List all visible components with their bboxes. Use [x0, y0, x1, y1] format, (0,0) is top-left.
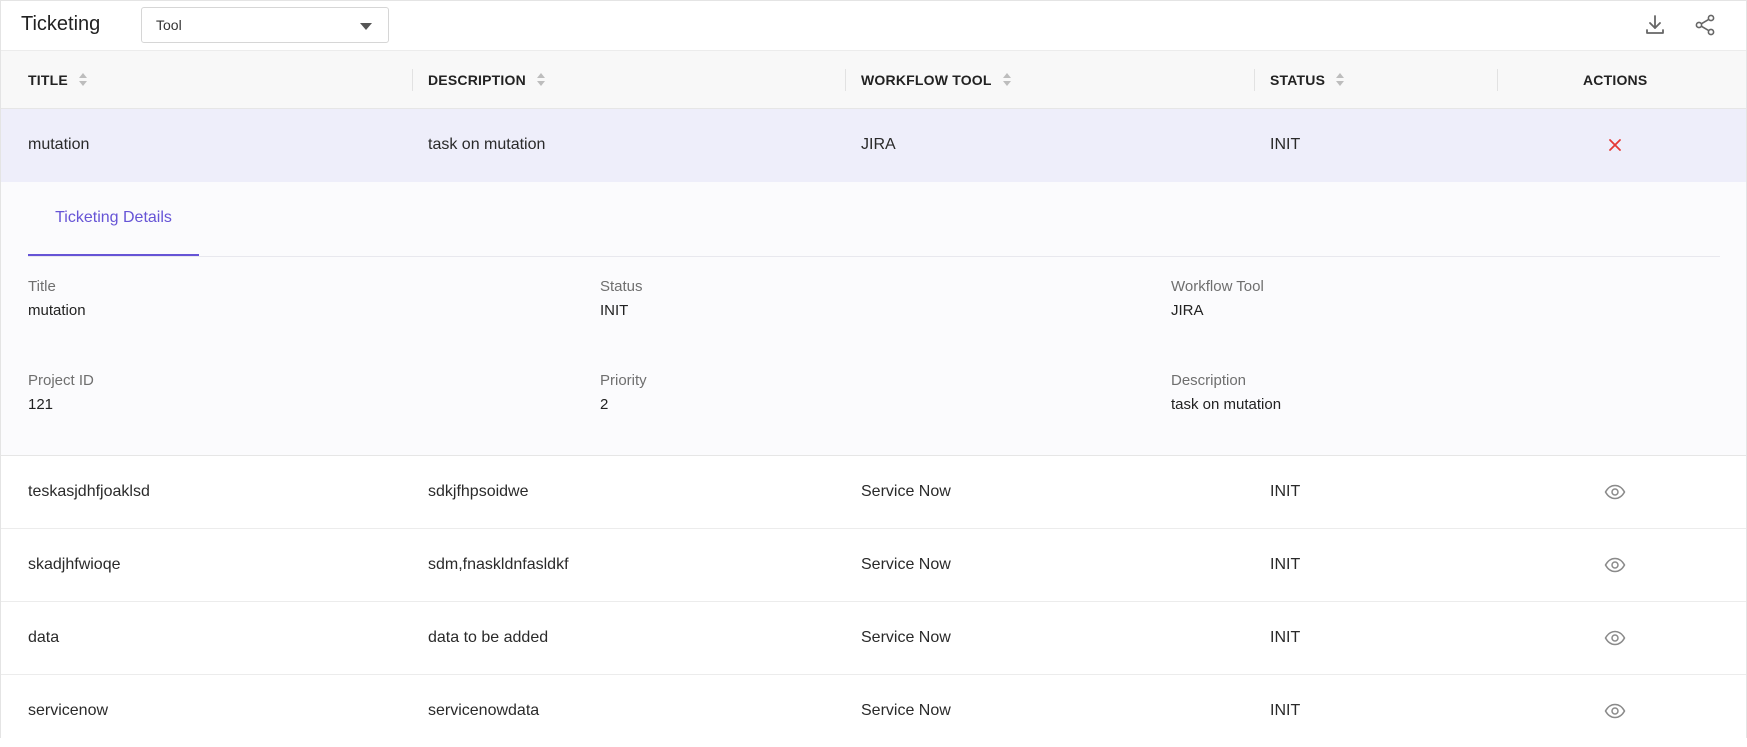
eye-icon[interactable]: [1600, 456, 1630, 528]
column-divider: [845, 69, 846, 91]
cell-workflow-tool: Service Now: [861, 556, 951, 573]
cell-status: INIT: [1270, 483, 1301, 500]
detail-field-status: Status INIT: [600, 278, 643, 319]
column-header-actions: ACTIONS: [1583, 71, 1648, 88]
table-row[interactable]: skadjhfwioqe sdm,fnaskldnfasldkf Service…: [1, 529, 1746, 602]
detail-field-project-id: Project ID 121: [28, 372, 94, 413]
cell-title: mutation: [28, 136, 90, 153]
cell-description: task on mutation: [428, 136, 546, 153]
cell-status: INIT: [1270, 136, 1301, 153]
detail-field-workflow-tool: Workflow Tool JIRA: [1171, 278, 1264, 319]
column-header-title[interactable]: TITLE: [28, 51, 88, 108]
sort-icon[interactable]: [1335, 72, 1345, 88]
cell-title: data: [28, 629, 60, 646]
column-header-description[interactable]: DESCRIPTION: [428, 51, 546, 108]
table-header: TITLE DESCRIPTION WORKFLOW TOOL STATUS A…: [1, 50, 1746, 109]
page-title: Ticketing: [21, 13, 101, 35]
tool-filter-value: Tool: [156, 17, 182, 33]
cell-title: skadjhfwioqe: [28, 556, 121, 573]
ticketing-app: Ticketing Tool TITLE DESCRIPTION WORKFLO…: [0, 0, 1747, 739]
column-divider: [412, 69, 413, 91]
cell-title: teskasjdhfjoaklsd: [28, 483, 150, 500]
cell-workflow-tool: Service Now: [861, 629, 951, 646]
column-header-status[interactable]: STATUS: [1270, 51, 1345, 108]
table-row[interactable]: data data to be added Service Now INIT: [1, 602, 1746, 675]
detail-field-description: Description task on mutation: [1171, 372, 1282, 413]
close-icon[interactable]: [1600, 109, 1630, 181]
cell-description: servicenowdata: [428, 702, 540, 719]
cell-workflow-tool: Service Now: [861, 702, 951, 719]
tool-filter-select[interactable]: Tool: [141, 7, 389, 43]
cell-status: INIT: [1270, 702, 1301, 719]
sort-icon[interactable]: [536, 72, 546, 88]
cell-title: servicenow: [28, 702, 109, 719]
detail-field-title: Title mutation: [28, 278, 86, 319]
sort-icon[interactable]: [1002, 72, 1012, 88]
eye-icon[interactable]: [1600, 602, 1630, 674]
details-tabbar: Ticketing Details: [28, 182, 1720, 257]
cell-workflow-tool: Service Now: [861, 483, 951, 500]
cell-status: INIT: [1270, 629, 1301, 646]
column-divider: [1497, 69, 1498, 91]
page-header: Ticketing Tool: [1, 1, 1746, 50]
cell-description: data to be added: [428, 629, 549, 646]
table-row[interactable]: servicenow servicenowdata Service Now IN…: [1, 675, 1746, 739]
cell-description: sdm,fnaskldnfasldkf: [428, 556, 569, 573]
eye-icon[interactable]: [1600, 529, 1630, 601]
column-divider: [1254, 69, 1255, 91]
cell-workflow-tool: JIRA: [861, 136, 896, 153]
sort-icon[interactable]: [78, 72, 88, 88]
table-row[interactable]: teskasjdhfjoaklsd sdkjfhpsoidwe Service …: [1, 456, 1746, 529]
share-icon[interactable]: [1693, 13, 1717, 37]
column-header-workflow-tool[interactable]: WORKFLOW TOOL: [861, 51, 1012, 108]
download-icon[interactable]: [1643, 13, 1667, 37]
detail-field-priority: Priority 2: [600, 372, 647, 413]
ticketing-details-panel: Ticketing Details Title mutation Status …: [1, 182, 1746, 456]
table-row-selected[interactable]: mutation task on mutation JIRA INIT: [1, 109, 1746, 182]
cell-status: INIT: [1270, 556, 1301, 573]
chevron-down-icon: [360, 23, 372, 30]
eye-icon[interactable]: [1600, 675, 1630, 747]
tab-ticketing-details[interactable]: Ticketing Details: [28, 182, 199, 256]
cell-description: sdkjfhpsoidwe: [428, 483, 529, 500]
